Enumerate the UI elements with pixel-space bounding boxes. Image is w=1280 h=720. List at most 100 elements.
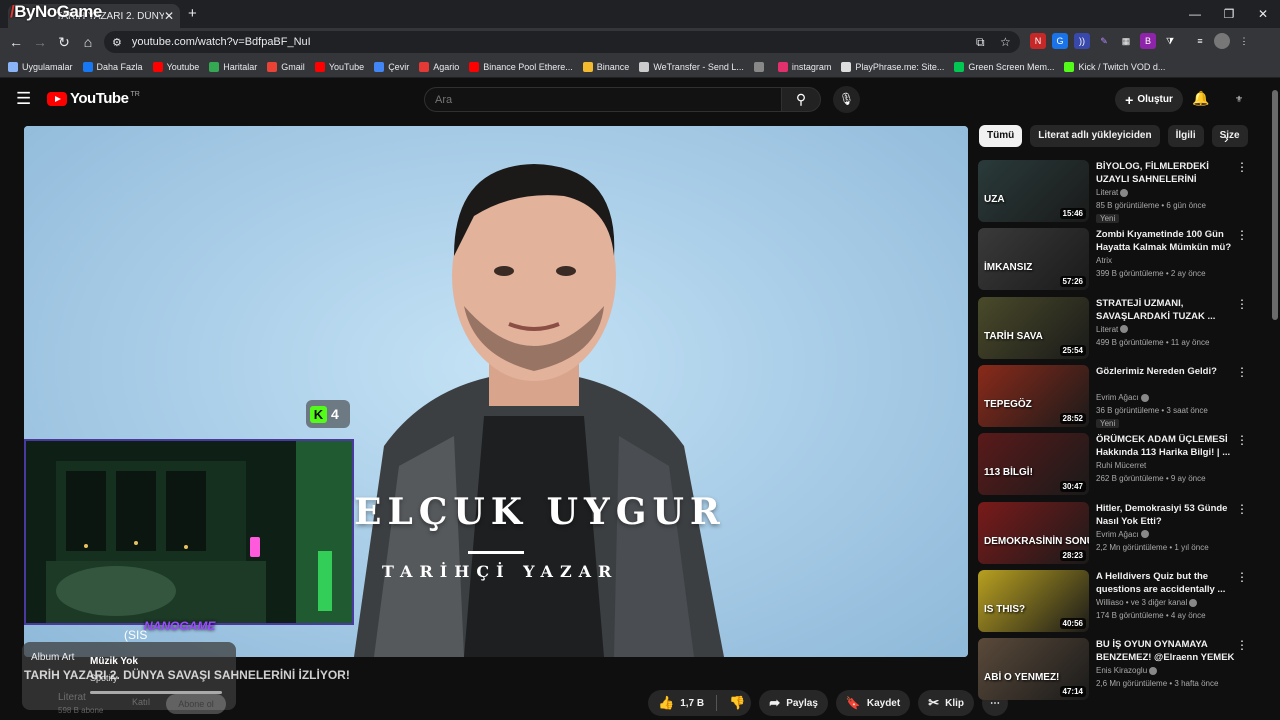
video-menu-icon[interactable]: ⋮ <box>1236 297 1248 311</box>
video-thumbnail[interactable]: ABİ O YENMEZ! 47:14 <box>978 638 1089 701</box>
recommended-video[interactable]: IS THIS? 40:56 A Helldivers Quiz but the q… <box>978 569 1268 634</box>
recommended-channel[interactable]: Ruhi Mücerret <box>1096 461 1146 470</box>
recommended-video-title[interactable]: STRATEJİ UZMANI, SAVAŞLARDAKİ TUZAK ... <box>1096 297 1236 323</box>
video-menu-icon[interactable]: ⋮ <box>1236 160 1248 174</box>
extension-grid-icon[interactable]: ▦ <box>1118 33 1134 49</box>
recommended-video[interactable]: ABİ O YENMEZ! 47:14 BU İŞ OYUN OYNAMAYA BE… <box>978 638 1268 702</box>
account-avatar[interactable]: ⚜ <box>1228 89 1250 109</box>
bookmark-item[interactable]: Green Screen Mem... <box>954 61 1054 72</box>
video-menu-icon[interactable]: ⋮ <box>1236 502 1248 516</box>
browser-tab[interactable]: /ByNoGame TARİH YAZARI 2. DÜNYA SAVAŞ ✕ <box>8 2 180 28</box>
extensions-puzzle-icon[interactable]: ⧩ <box>1162 33 1178 49</box>
recommended-video-title[interactable]: ÖRÜMCEK ADAM ÜÇLEMESİ Hakkında 113 Harik… <box>1096 433 1236 459</box>
video-menu-icon[interactable]: ⋮ <box>1236 570 1248 584</box>
save-button[interactable]: 🔖 Kaydet <box>835 690 911 716</box>
recommended-video[interactable]: UZA 15:46 BİYOLOG, FİLMLERDEKİ UZAYLI SAHN… <box>978 160 1268 224</box>
bookmark-item[interactable]: instagram <box>777 61 831 72</box>
minimize-icon[interactable]: — <box>1178 0 1212 28</box>
reload-icon[interactable]: ↻ <box>52 34 76 51</box>
cast-icon[interactable]: ⧉ <box>976 35 985 50</box>
extension-audio-icon[interactable]: )) <box>1074 33 1090 49</box>
bookmark-star-icon[interactable]: ☆ <box>1000 35 1011 49</box>
recommended-channel[interactable]: Williaso • ve 3 diğer kanal <box>1096 598 1198 607</box>
recommended-video-title[interactable]: Hitler, Demokrasiyi 53 Günde Nasıl Yok E… <box>1096 502 1236 528</box>
bookmark-item[interactable] <box>753 61 768 72</box>
bookmark-item[interactable]: Çevir <box>374 61 409 72</box>
join-button[interactable]: Katıl <box>132 697 150 707</box>
bookmark-item[interactable]: WeTransfer - Send L... <box>639 61 744 72</box>
bookmark-item[interactable]: Agario <box>419 61 459 72</box>
filter-chip[interactable]: Size <box>1211 125 1248 147</box>
search-button[interactable]: ⚲ <box>781 87 821 112</box>
youtube-logo[interactable]: YouTube TR <box>47 90 140 107</box>
voice-search-button[interactable]: 🎙 <box>833 86 860 113</box>
bookmark-item[interactable]: PlayPhrase.me: Site... <box>841 61 944 72</box>
video-menu-icon[interactable]: ⋮ <box>1236 433 1248 447</box>
new-tab-button[interactable]: + <box>188 5 197 22</box>
back-icon[interactable]: ← <box>4 34 28 50</box>
tab-close-icon[interactable]: ✕ <box>164 9 174 23</box>
extension-b-icon[interactable]: B <box>1140 33 1156 49</box>
bookmark-item[interactable]: Kick / Twitch VOD d... <box>1064 61 1165 72</box>
recommended-channel[interactable]: Evrim Ağacı <box>1096 393 1149 402</box>
video-player[interactable]: K 4 ELÇUK UYGUR TARİHÇİ YAZAR NANOGAME (… <box>24 126 968 657</box>
browser-menu-icon[interactable]: ⋮ <box>1236 33 1252 49</box>
clip-button[interactable]: ✂ Klip <box>918 690 974 716</box>
address-bar[interactable]: ⚙ youtube.com/watch?v=BdfpaBF_NuI ⧉ ☆ <box>104 31 1020 53</box>
site-info-icon[interactable]: ⚙ <box>112 36 122 49</box>
filter-chip[interactable]: Literat adlı yükleyiciden <box>1030 125 1160 147</box>
channel-name[interactable]: Literat <box>58 692 86 703</box>
chips-next-icon[interactable]: › <box>1224 130 1229 146</box>
bookmark-item[interactable]: Binance <box>582 61 629 72</box>
home-icon[interactable]: ⌂ <box>76 34 100 50</box>
restore-icon[interactable]: ❐ <box>1212 0 1246 28</box>
recommended-channel[interactable]: Enis Kirazoglu <box>1096 666 1158 675</box>
video-menu-icon[interactable]: ⋮ <box>1236 638 1248 652</box>
thumbs-down-icon[interactable]: 👎 <box>729 695 745 711</box>
bookmark-item[interactable]: Youtube <box>152 61 199 72</box>
recommended-channel[interactable]: Atrix <box>1096 256 1112 265</box>
like-button[interactable]: 👍 1,7 B 👎 <box>648 690 752 716</box>
subscribe-button[interactable]: Abone ol <box>166 694 226 714</box>
recommended-video[interactable]: DEMOKRASİNİN SONU 28:23 Hitler, Demokrasiy… <box>978 501 1268 566</box>
video-thumbnail[interactable]: TARİH SAVA 25:54 <box>978 296 1089 359</box>
recommended-video[interactable]: İMKANSIZ 57:26 Zombi Kıyametinde 100 Gün H… <box>978 228 1268 292</box>
recommended-video-title[interactable]: BU İŞ OYUN OYNAMAYA BENZEMEZ! @Elraenn Y… <box>1096 638 1236 664</box>
video-thumbnail[interactable]: 113 BİLGİ! 30:47 <box>978 433 1089 496</box>
recommended-video[interactable]: 113 BİLGİ! 30:47 ÖRÜMCEK ADAM ÜÇLEMESİ Hak… <box>978 433 1268 497</box>
extension-pen-icon[interactable]: ✎ <box>1096 33 1112 49</box>
bookmark-item[interactable]: Binance Pool Ethere... <box>469 61 573 72</box>
menu-hamburger-icon[interactable]: ☰ <box>16 89 31 109</box>
page-scrollbar[interactable] <box>1272 80 1278 720</box>
extension-new-icon[interactable]: N <box>1030 33 1046 49</box>
extension-translate-icon[interactable]: G <box>1052 33 1068 49</box>
reading-list-icon[interactable]: ≡ <box>1192 33 1208 49</box>
profile-avatar-icon[interactable] <box>1214 33 1230 49</box>
search-input[interactable] <box>424 87 782 112</box>
recommended-video-title[interactable]: Zombi Kıyametinde 100 Gün Hayatta Kalmak… <box>1096 228 1236 254</box>
video-thumbnail[interactable]: DEMOKRASİNİN SONU 28:23 <box>978 501 1089 564</box>
recommended-video[interactable]: TARİH SAVA 25:54 STRATEJİ UZMANI, SAVAŞLAR… <box>978 296 1268 361</box>
video-menu-icon[interactable]: ⋮ <box>1236 365 1248 379</box>
scrollbar-thumb[interactable] <box>1272 90 1278 320</box>
recommended-video[interactable]: TEPEGÖZ 28:52 Gözlerimiz Nereden Geldi? Evr… <box>978 364 1268 429</box>
recommended-video-title[interactable]: Gözlerimiz Nereden Geldi? <box>1096 365 1236 378</box>
recommended-channel[interactable]: Literat <box>1096 188 1129 197</box>
create-button[interactable]: + Oluştur <box>1115 87 1183 112</box>
bookmark-item[interactable]: Gmail <box>267 61 305 72</box>
bookmark-item[interactable]: Haritalar <box>209 61 257 72</box>
recommended-channel[interactable]: Evrim Ağacı <box>1096 530 1149 539</box>
video-menu-icon[interactable]: ⋮ <box>1236 228 1248 242</box>
close-window-icon[interactable]: ✕ <box>1246 0 1280 28</box>
video-thumbnail[interactable]: TEPEGÖZ 28:52 <box>978 364 1089 427</box>
recommended-video-title[interactable]: A Helldivers Quiz but the questions are … <box>1096 570 1236 596</box>
bookmark-item[interactable]: Daha Fazla <box>82 61 143 72</box>
video-thumbnail[interactable]: İMKANSIZ 57:26 <box>978 228 1089 291</box>
bookmark-item[interactable]: Uygulamalar <box>8 61 73 72</box>
forward-icon[interactable]: → <box>28 34 52 50</box>
recommended-video-title[interactable]: BİYOLOG, FİLMLERDEKİ UZAYLI SAHNELERİNİ … <box>1096 160 1236 186</box>
video-thumbnail[interactable]: UZA 15:46 <box>978 160 1089 222</box>
video-thumbnail[interactable]: IS THIS? 40:56 <box>978 569 1089 632</box>
notifications-bell-icon[interactable]: 🔔 <box>1192 90 1209 107</box>
filter-chip[interactable]: Tümü <box>979 125 1023 147</box>
